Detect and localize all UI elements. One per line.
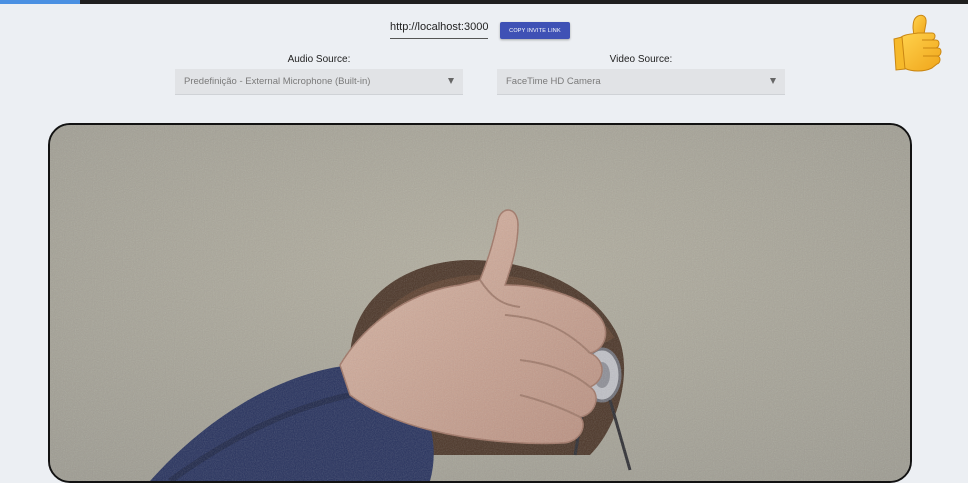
copy-invite-link-button[interactable]: COPY INVITE LINK (500, 22, 570, 39)
dropdown-arrow-icon (448, 78, 454, 84)
video-source-label: Video Source: (609, 54, 673, 65)
loading-progress-bar (0, 0, 81, 4)
camera-video-feed (48, 123, 912, 483)
video-source-selected-value: FaceTime HD Camera (506, 76, 601, 87)
dropdown-arrow-icon (770, 78, 776, 84)
thumbs-up-icon (892, 12, 954, 76)
top-border (0, 0, 968, 4)
video-source-select[interactable]: FaceTime HD Camera (497, 69, 785, 95)
audio-source-label: Audio Source: (287, 54, 351, 65)
audio-source-select[interactable]: Predefinição - External Microphone (Buil… (175, 69, 463, 95)
invite-url-field[interactable] (390, 18, 488, 39)
audio-source-selected-value: Predefinição - External Microphone (Buil… (184, 76, 371, 87)
